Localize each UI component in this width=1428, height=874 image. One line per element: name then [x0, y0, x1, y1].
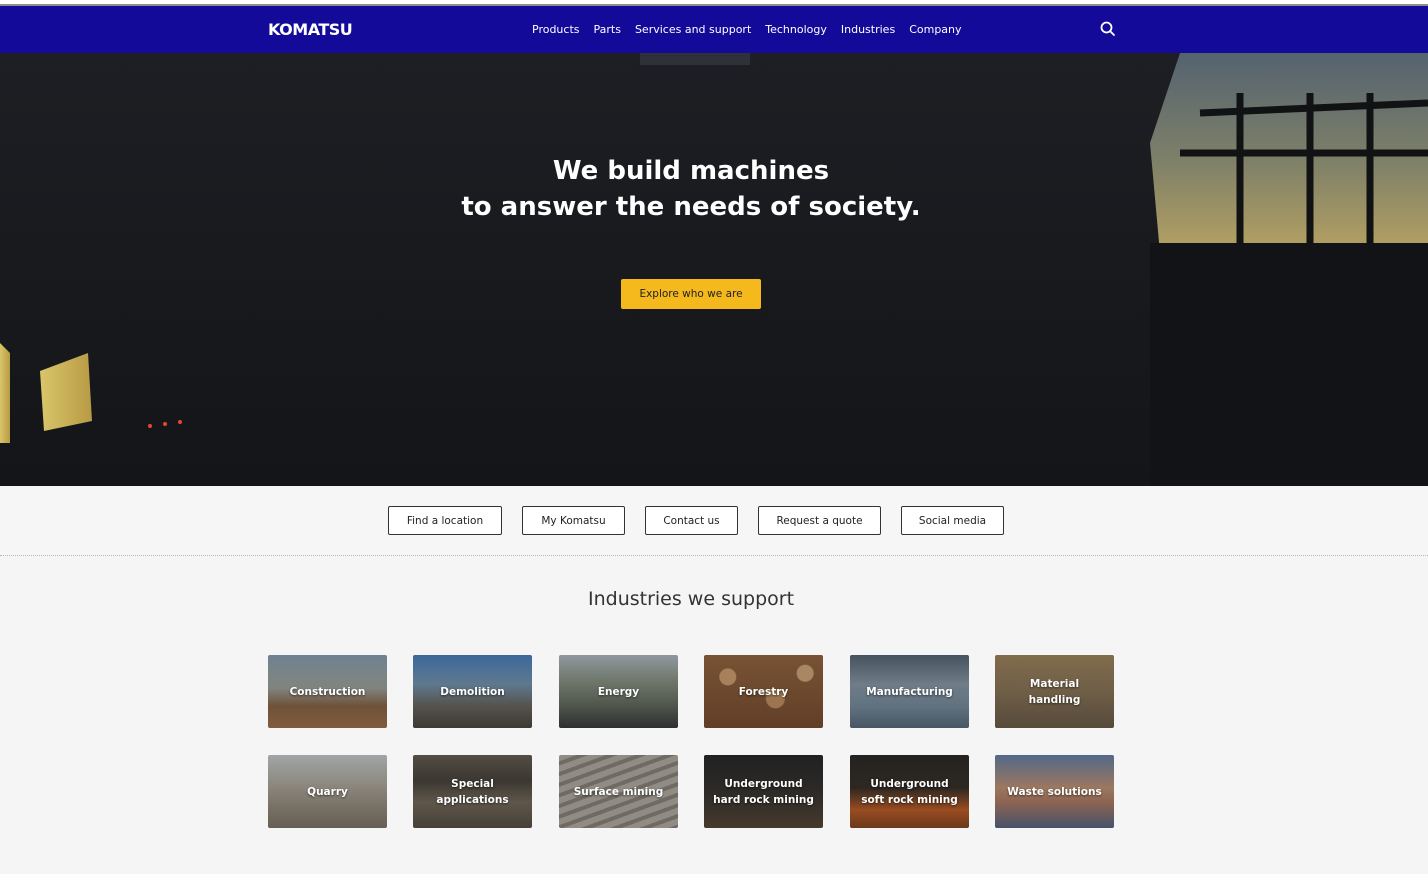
- industry-tile-material-handling[interactable]: Material handling: [995, 655, 1114, 728]
- quick-links-bar: Find a location My Komatsu Contact us Re…: [0, 486, 1428, 555]
- hero-banner: We build machines to answer the needs of…: [0, 53, 1428, 486]
- request-a-quote-button[interactable]: Request a quote: [758, 506, 881, 535]
- industry-tile-manufacturing[interactable]: Manufacturing: [850, 655, 969, 728]
- nav-item-services-and-support[interactable]: Services and support: [635, 23, 751, 36]
- industry-tile-construction[interactable]: Construction: [268, 655, 387, 728]
- industry-tile-quarry[interactable]: Quarry: [268, 755, 387, 828]
- section-divider: [0, 555, 1428, 556]
- industry-tile-label: Material handling: [1028, 677, 1081, 706]
- search-button[interactable]: [1099, 20, 1117, 38]
- industry-tile-label: Waste solutions: [1007, 785, 1102, 798]
- industry-tile-label: Manufacturing: [866, 685, 953, 698]
- industry-tile-label: Demolition: [440, 685, 505, 698]
- nav-item-products[interactable]: Products: [532, 23, 580, 36]
- hero-title-line-2: to answer the needs of society.: [461, 192, 921, 222]
- industry-tile-label: Quarry: [307, 785, 348, 798]
- industries-section-title: Industries we support: [587, 588, 795, 610]
- industry-tile-demolition[interactable]: Demolition: [413, 655, 532, 728]
- industry-tile-label: Special applications: [436, 777, 509, 806]
- industry-tile-waste-solutions[interactable]: Waste solutions: [995, 755, 1114, 828]
- social-media-button[interactable]: Social media: [901, 506, 1004, 535]
- industry-tile-surface-mining[interactable]: Surface mining: [559, 755, 678, 828]
- my-komatsu-button[interactable]: My Komatsu: [522, 506, 625, 535]
- industry-tile-underground-hard-rock-mining[interactable]: Underground hard rock mining: [704, 755, 823, 828]
- site-header: KOMATSU Products Parts Services and supp…: [0, 6, 1428, 53]
- main-nav: Products Parts Services and support Tech…: [532, 6, 976, 53]
- search-icon: [1100, 21, 1115, 36]
- industry-tile-special-applications[interactable]: Special applications: [413, 755, 532, 828]
- industry-tile-label: Energy: [597, 685, 640, 698]
- industry-tile-label: Construction: [289, 685, 366, 698]
- industry-tile-label: Underground hard rock mining: [713, 777, 814, 806]
- find-a-location-button[interactable]: Find a location: [388, 506, 502, 535]
- explore-who-we-are-button[interactable]: Explore who we are: [621, 279, 761, 309]
- industry-tile-energy[interactable]: Energy: [559, 655, 678, 728]
- nav-item-technology[interactable]: Technology: [765, 23, 827, 36]
- hero-background-image: [0, 53, 1428, 486]
- industry-tile-forestry[interactable]: Forestry: [704, 655, 823, 728]
- hero-title: We build machines to answer the needs of…: [0, 153, 1382, 225]
- nav-item-parts[interactable]: Parts: [594, 23, 621, 36]
- industry-tile-label: Forestry: [738, 685, 789, 698]
- komatsu-logo[interactable]: KOMATSU: [268, 20, 353, 40]
- industry-tile-label: Surface mining: [573, 785, 664, 798]
- industry-tile-label: Underground soft rock mining: [861, 777, 958, 806]
- hero-title-line-1: We build machines: [552, 156, 830, 186]
- industry-tile-underground-soft-rock-mining[interactable]: Underground soft rock mining: [850, 755, 969, 828]
- nav-item-industries[interactable]: Industries: [841, 23, 895, 36]
- contact-us-button[interactable]: Contact us: [645, 506, 738, 535]
- nav-item-company[interactable]: Company: [909, 23, 961, 36]
